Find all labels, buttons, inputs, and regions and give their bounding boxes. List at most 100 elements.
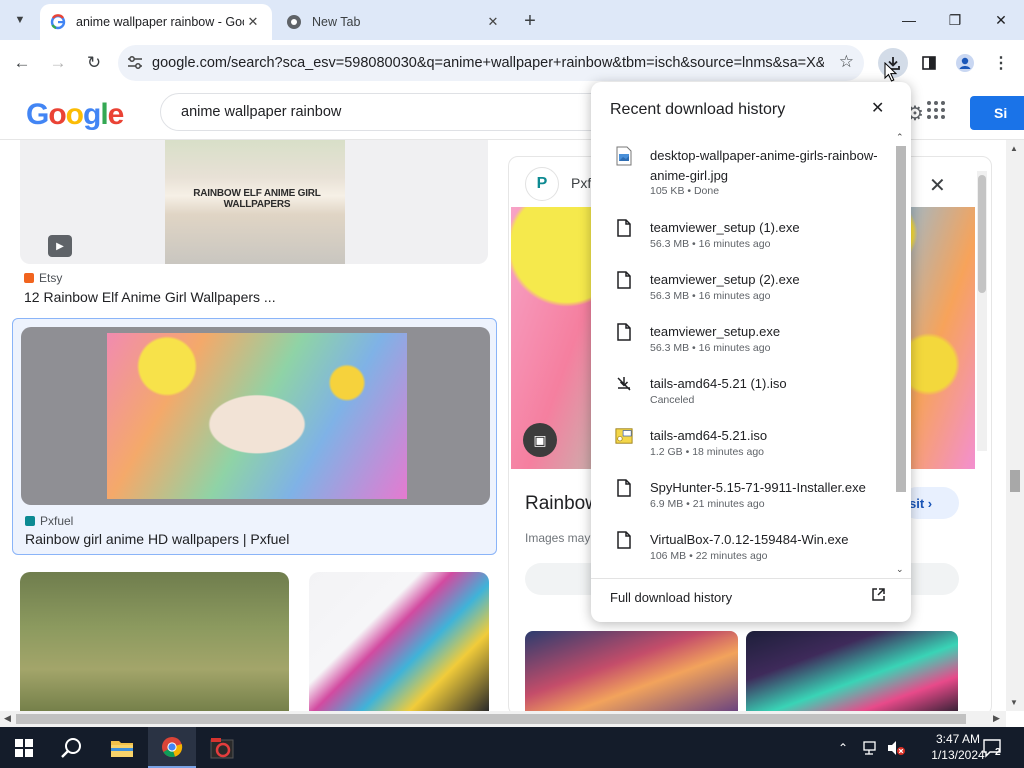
scrollbar-thumb[interactable] [16, 714, 966, 724]
start-button[interactable] [0, 727, 48, 768]
page-horizontal-scrollbar[interactable]: ◀ ▶ [0, 711, 1006, 727]
result-image[interactable] [20, 572, 289, 711]
restore-button[interactable]: ❐ [932, 0, 978, 40]
reload-icon: ↻ [86, 53, 102, 72]
browser-menu-button[interactable]: ⋮ [986, 48, 1016, 78]
chevron-down-icon[interactable]: ⌄ [896, 564, 904, 575]
minimize-button[interactable]: — [886, 0, 932, 40]
download-item[interactable]: teamviewer_setup (2).exe 56.3 MB • 16 mi… [591, 262, 891, 314]
taskbar-search-button[interactable] [48, 727, 96, 768]
tab-strip: ▼ anime wallpaper rainbow - Goo ✕ New Ta… [0, 0, 1024, 40]
download-status: Canceled [650, 394, 695, 406]
show-hidden-icons[interactable]: ⌃ [838, 727, 848, 768]
chevron-up-icon[interactable]: ⌃ [896, 132, 904, 143]
tab-search-button[interactable]: ▼ [6, 6, 34, 34]
system-clock[interactable]: 3:47 AM 1/13/2024 [930, 731, 986, 763]
bookmark-star-icon[interactable]: ☆ [839, 52, 854, 72]
apps-grid-icon[interactable] [926, 100, 946, 125]
site-info-icon[interactable] [118, 56, 152, 70]
back-button[interactable]: ← [7, 48, 37, 78]
full-download-history-link[interactable]: Full download history [610, 590, 732, 605]
browser-toolbar: ← → ↻ google.com/search?sca_esv=59808003… [0, 40, 1024, 86]
notification-center-button[interactable]: 2 [982, 727, 1004, 768]
tab-close-icon[interactable]: ✕ [244, 13, 262, 31]
download-item[interactable]: teamviewer_setup (1).exe 56.3 MB • 16 mi… [591, 210, 891, 262]
lens-search-icon[interactable]: ▣ [523, 423, 557, 457]
result-image-etsy[interactable]: RAINBOW ELF ANIME GIRL WALLPAPERS ▶ [20, 140, 488, 264]
result-card-selected[interactable]: Pxfuel Rainbow girl anime HD wallpapers … [12, 318, 497, 555]
pxfuel-favicon-icon [25, 516, 35, 526]
address-bar[interactable]: google.com/search?sca_esv=598080030&q=an… [118, 45, 864, 81]
chrome-icon [162, 736, 183, 757]
download-item[interactable]: SpyHunter-5.15-71-9911-Installer.exe 6.9… [591, 470, 891, 522]
download-filename[interactable]: teamviewer_setup.exe [650, 322, 880, 342]
scrollbar-thumb[interactable] [978, 175, 986, 293]
taskbar-app[interactable] [198, 727, 246, 768]
download-item[interactable]: tails-amd64-5.21.iso 1.2 GB • 18 minutes… [591, 418, 891, 470]
network-icon[interactable] [862, 727, 880, 768]
side-panel-icon [922, 56, 936, 70]
scroll-down-icon[interactable]: ▼ [1010, 698, 1018, 707]
mouse-cursor-icon [884, 61, 898, 87]
play-icon[interactable]: ▶ [48, 235, 72, 257]
download-filename[interactable]: teamviewer_setup (2).exe [650, 270, 880, 290]
download-item[interactable]: teamviewer_setup.exe 56.3 MB • 16 minute… [591, 314, 891, 366]
close-icon[interactable]: ✕ [871, 98, 884, 118]
taskbar-chrome[interactable] [148, 727, 196, 768]
result-title[interactable]: Rainbow girl anime HD wallpapers | Pxfue… [25, 531, 289, 547]
download-list-scrollbar[interactable]: ⌃ ⌄ [893, 132, 907, 578]
side-panel-button[interactable] [914, 48, 944, 78]
folder-icon [111, 740, 133, 757]
scrollbar-thumb[interactable] [1010, 470, 1020, 492]
url-text[interactable]: google.com/search?sca_esv=598080030&q=an… [152, 55, 824, 71]
download-filename[interactable]: tails-amd64-5.21.iso [650, 426, 880, 446]
download-item[interactable]: VirtualBox-7.0.12-159484-Win.exe 106 MB … [591, 522, 891, 574]
download-filename[interactable]: tails-amd64-5.21 (1).iso [650, 374, 880, 394]
tab-close-icon[interactable]: ✕ [484, 13, 502, 31]
taskbar-file-explorer[interactable] [98, 727, 146, 768]
reload-button[interactable]: ↻ [79, 48, 109, 78]
download-filename[interactable]: SpyHunter-5.15-71-9911-Installer.exe [650, 478, 880, 498]
related-image[interactable] [746, 631, 958, 711]
chevron-up-icon: ⌃ [838, 740, 849, 755]
windows-logo-icon [15, 738, 33, 757]
open-external-icon[interactable] [871, 587, 886, 605]
tab-title: anime wallpaper rainbow - Goo [76, 15, 244, 29]
close-window-button[interactable]: ✕ [978, 0, 1024, 40]
search-query[interactable]: anime wallpaper rainbow [181, 104, 341, 120]
result-title[interactable]: 12 Rainbow Elf Anime Girl Wallpapers ... [24, 289, 276, 305]
chrome-favicon-icon [286, 14, 302, 30]
scroll-right-icon[interactable]: ▶ [993, 713, 1000, 724]
preview-title[interactable]: Rainbow [525, 493, 599, 515]
close-preview-icon[interactable]: ✕ [929, 173, 946, 198]
result-image[interactable] [309, 572, 489, 711]
chevron-down-icon: ▼ [14, 14, 26, 26]
scroll-left-icon[interactable]: ◀ [4, 713, 11, 724]
sign-in-button[interactable]: Si [970, 96, 1024, 130]
download-filename[interactable]: desktop-wallpaper-anime-girls-rainbow-an… [650, 146, 880, 186]
page-vertical-scrollbar[interactable]: ▲ ▼ [1006, 140, 1024, 711]
download-status: 56.3 MB • 16 minutes ago [650, 238, 771, 250]
download-filename[interactable]: teamviewer_setup (1).exe [650, 218, 880, 238]
google-logo[interactable]: Google [26, 98, 124, 132]
preview-scrollbar[interactable] [977, 171, 987, 451]
volume-muted-icon[interactable] [886, 727, 906, 768]
scroll-up-icon[interactable]: ▲ [1010, 144, 1018, 153]
new-tab-button[interactable]: + [518, 9, 542, 33]
download-item[interactable]: tails-amd64-5.21 (1).iso Canceled [591, 366, 891, 418]
result-image-pxfuel[interactable] [21, 327, 490, 505]
search-icon [61, 737, 81, 758]
tab-google-search[interactable]: anime wallpaper rainbow - Goo ✕ [40, 4, 272, 40]
profile-avatar-icon [956, 54, 974, 72]
download-item[interactable]: desktop-wallpaper-anime-girls-rainbow-an… [591, 138, 891, 198]
profile-button[interactable] [950, 48, 980, 78]
google-search-input[interactable]: anime wallpaper rainbow [160, 93, 620, 131]
result-source[interactable]: Pxfuel [25, 514, 73, 528]
related-image[interactable] [525, 631, 738, 711]
result-source[interactable]: Etsy [24, 271, 62, 285]
tab-new-tab[interactable]: New Tab ✕ [276, 4, 512, 40]
forward-button[interactable]: → [43, 48, 73, 78]
download-filename[interactable]: VirtualBox-7.0.12-159484-Win.exe [650, 530, 880, 550]
pxfuel-logo-icon: P [525, 167, 559, 201]
scrollbar-thumb[interactable] [896, 146, 906, 492]
